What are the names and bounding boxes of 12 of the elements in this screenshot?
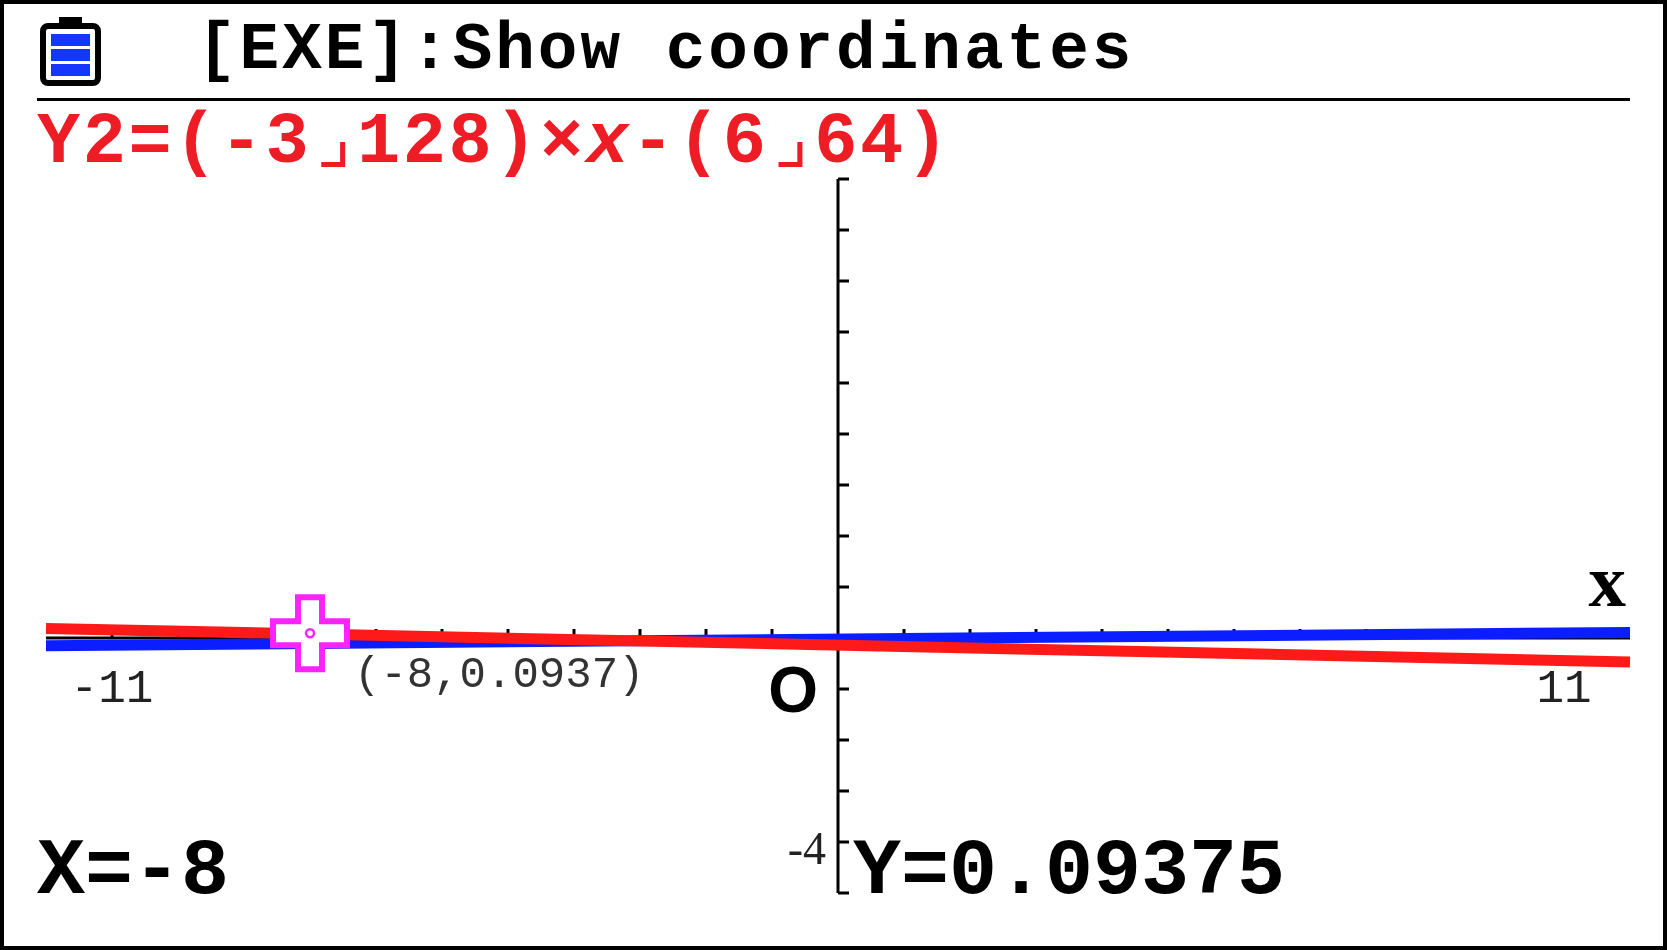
point-label: (-8,0.0937) <box>354 650 645 701</box>
tick-label: 11 <box>1536 664 1592 716</box>
function-formula: Y2=(-3⌟128)×x-(6⌟64) <box>37 111 952 175</box>
battery-icon <box>40 16 101 86</box>
tick-label: -4 <box>787 823 826 874</box>
x-coordinate-readout: X=-8 <box>37 832 230 912</box>
plus-cursor-icon <box>270 594 350 673</box>
screen-title: [EXE]:Show coordinates <box>197 18 1135 84</box>
origin-label: O <box>768 654 818 726</box>
y-coordinate-readout: Y=0.09375 <box>853 832 1286 912</box>
tick-label: -11 <box>70 664 154 716</box>
axis-label: x <box>1588 539 1626 622</box>
